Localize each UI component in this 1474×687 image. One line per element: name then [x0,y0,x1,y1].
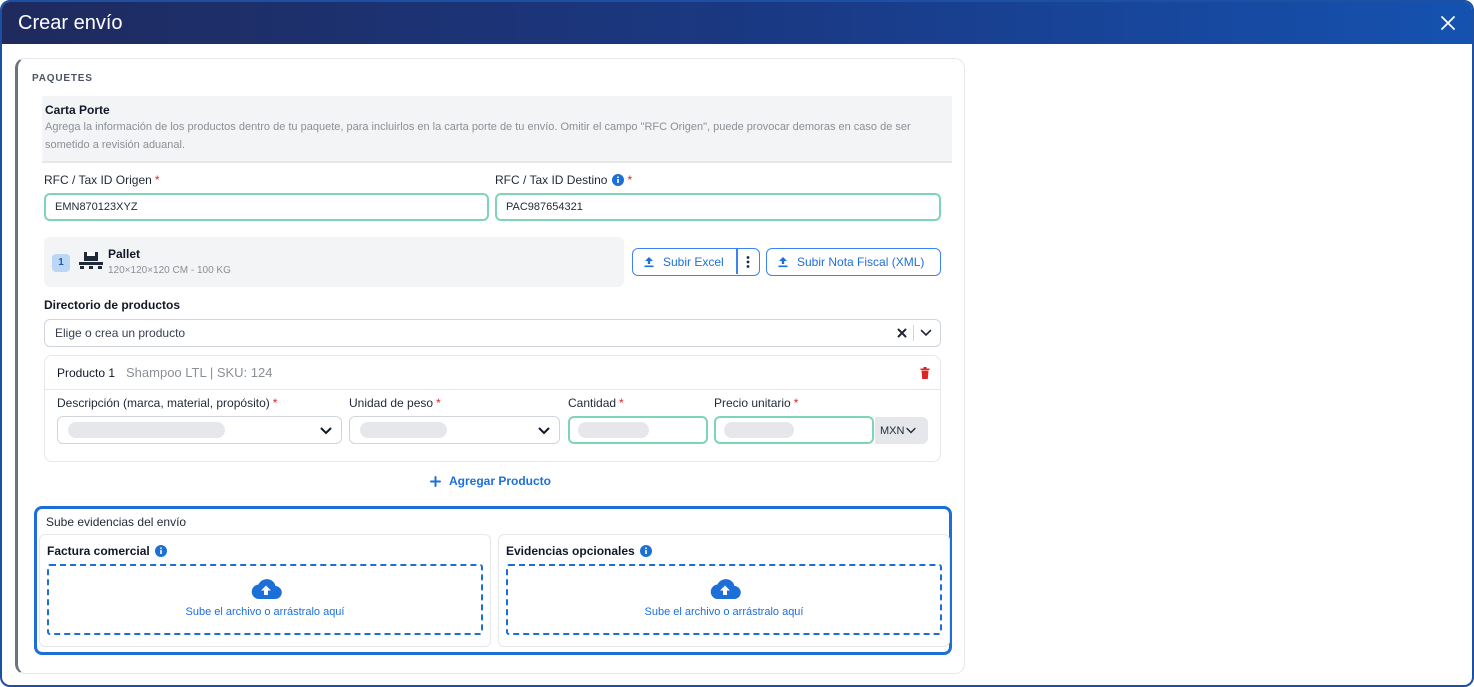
weight-unit-label: Unidad de peso * [349,396,441,410]
pallet-icon [79,252,103,269]
rfc-origin-input[interactable]: EMN870123XYZ [44,193,489,221]
evidence-title: Sube evidencias del envío [46,515,187,529]
more-options-icon[interactable] [743,255,753,269]
upload-xml-button[interactable]: Subir Nota Fiscal (XML) [766,248,941,276]
chevron-down-icon[interactable] [320,427,332,435]
product-title: Producto 1 [57,366,116,380]
rfc-dest-label: RFC / Tax ID Destino * [495,173,633,187]
chevron-down-icon [906,427,917,434]
currency-select[interactable]: MXN [875,417,928,444]
description-select[interactable] [57,416,342,444]
quantity-label: Cantidad * [568,396,624,410]
dropzone-text: Sube el archivo o arrástralo aquí [185,606,345,618]
quantity-input[interactable] [568,416,708,444]
optional-evidence-card: Evidencias opcionales Sube el archivo o … [498,534,950,647]
invoice-card: Factura comercial Sube el archivo o arrá… [39,534,491,647]
info-icon[interactable] [612,174,625,186]
product-card: Producto 1 Shampoo LTL | SKU: 124 Descri… [44,355,941,462]
create-shipment-modal: Crear envío PAQUETES Carta Porte Agrega … [0,0,1474,687]
info-icon[interactable] [154,545,167,557]
product-header: Producto 1 Shampoo LTL | SKU: 124 [45,356,940,390]
clear-icon[interactable] [897,328,907,338]
product-directory-select[interactable]: Elige o crea un producto [44,319,941,347]
rfc-origin-label: RFC / Tax ID Origen * [44,173,160,187]
modal-header: Crear envío [2,2,1472,44]
description-label: Descripción (marca, material, propósito)… [57,396,278,410]
upload-excel-button[interactable]: Subir Excel [632,248,760,276]
invoice-dropzone[interactable]: Sube el archivo o arrástralo aquí [47,564,483,635]
info-title: Carta Porte [45,103,110,117]
rfc-dest-input[interactable]: PAC987654321 [495,193,941,221]
value-placeholder [724,422,794,438]
cloud-upload-icon [710,579,741,600]
dropzone-text: Sube el archivo o arrástralo aquí [644,606,804,618]
plus-icon [430,475,441,487]
info-text: Agrega la información de los productos d… [45,121,911,151]
close-icon[interactable] [1438,13,1458,33]
modal-title: Crear envío [18,11,123,34]
directory-label: Directorio de productos [44,298,181,312]
chevron-down-icon[interactable] [920,329,932,337]
trash-icon[interactable] [920,367,930,379]
optional-evidence-dropzone[interactable]: Sube el archivo o arrástralo aquí [506,564,942,635]
unit-price-input[interactable] [714,416,874,444]
evidence-section: Sube evidencias del envío Factura comerc… [34,506,952,655]
chevron-down-icon[interactable] [538,427,550,435]
pallet-name: Pallet [108,247,141,261]
cloud-upload-icon [251,579,282,600]
packages-panel: PAQUETES Carta Porte Agrega la informaci… [15,58,965,674]
info-icon[interactable] [639,545,652,557]
pallet-card: 1 Pallet 120×120×120 CM - 100 KG [44,237,624,287]
combo-divider [913,325,914,341]
pallet-dimensions: 120×120×120 CM - 100 KG [108,265,231,276]
value-placeholder [578,422,649,438]
product-subtitle: Shampoo LTL | SKU: 124 [126,365,273,380]
value-placeholder [68,422,225,438]
optional-evidence-label: Evidencias opcionales [506,544,652,558]
upload-icon [644,257,654,268]
weight-unit-select[interactable] [349,416,560,444]
carta-porte-info: Carta Porte Agrega la información de los… [42,96,952,163]
upload-icon [778,257,788,268]
section-label: PAQUETES [32,73,93,84]
add-product-button[interactable]: Agregar Producto [430,474,551,488]
value-placeholder [360,422,447,438]
button-divider [736,249,738,274]
unit-price-label: Precio unitario * [714,396,799,410]
invoice-label: Factura comercial [47,544,167,558]
package-index-badge: 1 [52,254,70,272]
